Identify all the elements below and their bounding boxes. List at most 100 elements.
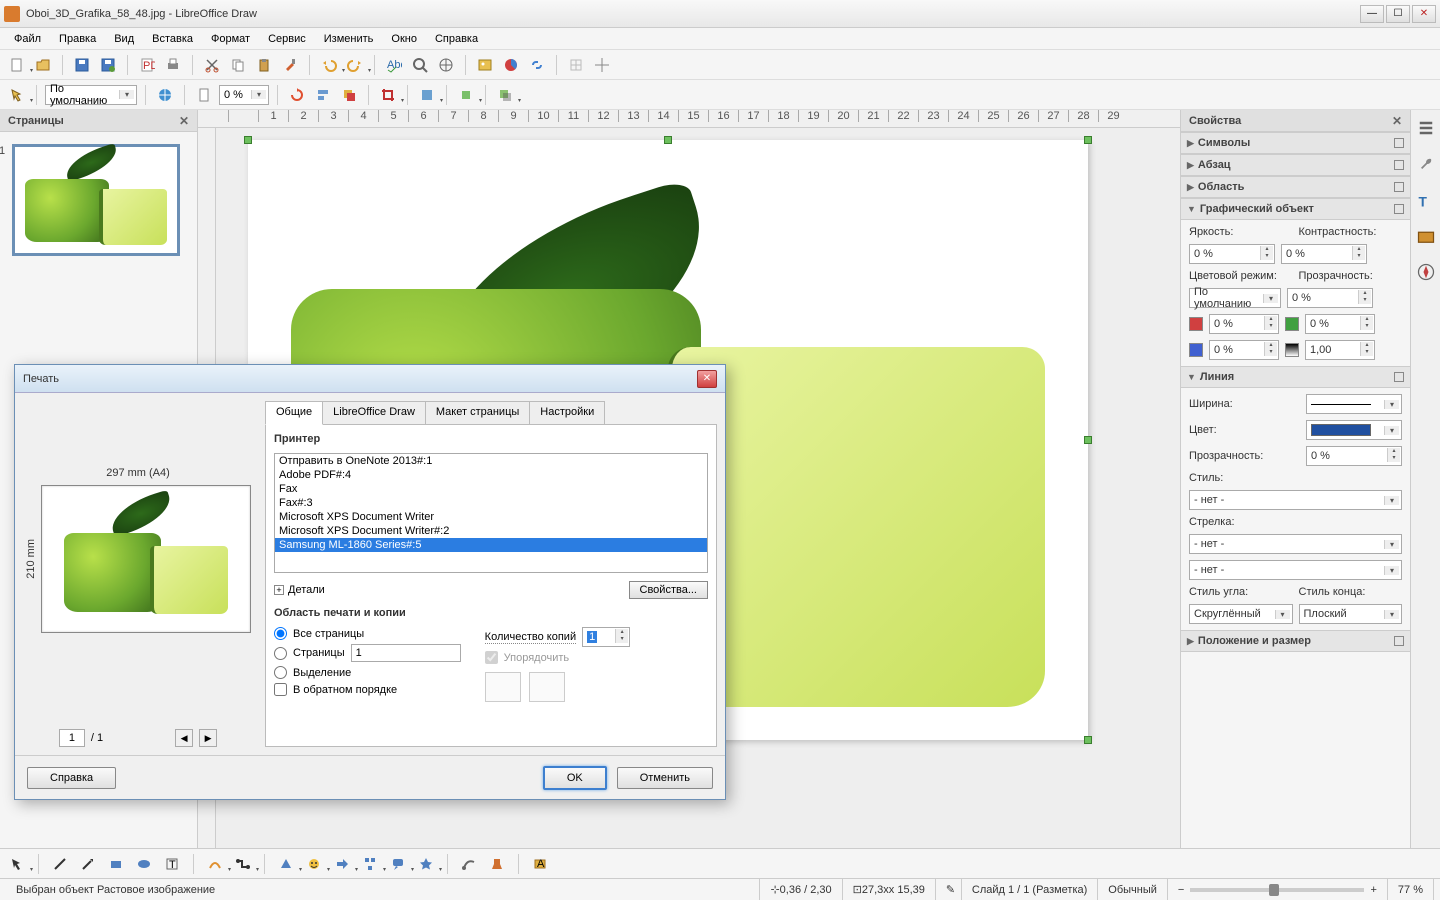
- paste-icon[interactable]: [253, 54, 275, 76]
- redo-icon[interactable]: [344, 54, 366, 76]
- grid-icon[interactable]: [565, 54, 587, 76]
- printer-properties-button[interactable]: Свойства...: [629, 581, 708, 599]
- navigator-icon[interactable]: [435, 54, 457, 76]
- minimize-button[interactable]: —: [1360, 5, 1384, 23]
- menu-file[interactable]: Файл: [6, 31, 49, 47]
- selection-handle[interactable]: [1084, 136, 1092, 144]
- tab-settings[interactable]: Настройки: [529, 401, 605, 425]
- spellcheck-icon[interactable]: Abc: [383, 54, 405, 76]
- printer-list-item[interactable]: Отправить в OneNote 2013#:1: [275, 454, 707, 468]
- red-input[interactable]: 0 %: [1209, 314, 1279, 334]
- line-transparency-input[interactable]: 0 %: [1306, 446, 1402, 466]
- ellipse-tool-icon[interactable]: [133, 853, 155, 875]
- format-paintbrush-icon[interactable]: [279, 54, 301, 76]
- line-arrow1-combo[interactable]: - нет -: [1189, 534, 1402, 554]
- printer-list-item[interactable]: Fax: [275, 482, 707, 496]
- curve-tool-icon[interactable]: [204, 853, 226, 875]
- line-style-combo[interactable]: - нет -: [1189, 490, 1402, 510]
- tab-draw[interactable]: LibreOffice Draw: [322, 401, 426, 425]
- print-icon[interactable]: [162, 54, 184, 76]
- arrange-icon[interactable]: [338, 84, 360, 106]
- radio-selection[interactable]: [274, 666, 287, 679]
- cap-style-combo[interactable]: Плоский: [1299, 604, 1403, 624]
- section-pos-size[interactable]: ▶Положение и размер: [1181, 630, 1410, 652]
- section-area[interactable]: ▶Область: [1181, 176, 1410, 198]
- preview-prev-button[interactable]: ◀: [175, 729, 193, 747]
- menu-tools[interactable]: Сервис: [260, 31, 314, 47]
- basic-shapes-icon[interactable]: [275, 853, 297, 875]
- details-expand-icon[interactable]: +: [274, 585, 284, 595]
- insert-image-icon[interactable]: [474, 54, 496, 76]
- color-mode-combo[interactable]: По умолчанию: [1189, 288, 1281, 308]
- glue-points-icon[interactable]: [486, 853, 508, 875]
- fontwork-icon[interactable]: A: [529, 853, 551, 875]
- pages-range-input[interactable]: [351, 644, 461, 662]
- blue-input[interactable]: 0 %: [1209, 340, 1279, 360]
- transparency-input[interactable]: 0 %: [1287, 288, 1373, 308]
- text-style-icon[interactable]: T: [1416, 190, 1436, 210]
- connector-tool-icon[interactable]: [232, 853, 254, 875]
- details-label[interactable]: Детали: [288, 584, 325, 596]
- section-symbols[interactable]: ▶Символы: [1181, 132, 1410, 154]
- filter-icon[interactable]: [416, 84, 438, 106]
- new-doc-icon[interactable]: [6, 54, 28, 76]
- menu-insert[interactable]: Вставка: [144, 31, 201, 47]
- corner-style-combo[interactable]: Скруглённый: [1189, 604, 1293, 624]
- guides-icon[interactable]: [591, 54, 613, 76]
- zoom-slider[interactable]: −+: [1168, 879, 1388, 900]
- green-input[interactable]: 0 %: [1305, 314, 1375, 334]
- symbol-shapes-icon[interactable]: [303, 853, 325, 875]
- status-save-icon[interactable]: ✎: [936, 879, 962, 900]
- menu-window[interactable]: Окно: [383, 31, 425, 47]
- menu-modify[interactable]: Изменить: [316, 31, 382, 47]
- save-as-icon[interactable]: [97, 54, 119, 76]
- menu-help[interactable]: Справка: [427, 31, 486, 47]
- compass-icon[interactable]: [1416, 262, 1436, 282]
- gamma-input[interactable]: 1,00: [1305, 340, 1375, 360]
- selection-handle[interactable]: [1084, 436, 1092, 444]
- radio-pages[interactable]: [274, 647, 287, 660]
- shadow-icon[interactable]: [494, 84, 516, 106]
- menu-edit[interactable]: Правка: [51, 31, 104, 47]
- effects-icon[interactable]: [455, 84, 477, 106]
- select-tool-icon[interactable]: [6, 853, 28, 875]
- style-combo[interactable]: По умолчанию: [45, 85, 137, 105]
- close-button[interactable]: ✕: [1412, 5, 1436, 23]
- line-color-combo[interactable]: [1306, 420, 1402, 440]
- arrow-tool-icon[interactable]: [6, 84, 28, 106]
- export-pdf-icon[interactable]: PDF: [136, 54, 158, 76]
- copy-icon[interactable]: [227, 54, 249, 76]
- printer-list[interactable]: Отправить в OneNote 2013#:1Adobe PDF#:4F…: [274, 453, 708, 573]
- brightness-input[interactable]: 0 %: [1189, 244, 1275, 264]
- copies-input[interactable]: 1: [582, 627, 630, 647]
- printer-list-item[interactable]: Fax#:3: [275, 496, 707, 510]
- tab-general[interactable]: Общие: [265, 401, 323, 425]
- selection-handle[interactable]: [244, 136, 252, 144]
- printer-list-item[interactable]: Microsoft XPS Document Writer: [275, 510, 707, 524]
- cancel-button[interactable]: Отменить: [617, 767, 713, 789]
- printer-list-item[interactable]: Microsoft XPS Document Writer#:2: [275, 524, 707, 538]
- preview-next-button[interactable]: ▶: [199, 729, 217, 747]
- pages-panel-close-icon[interactable]: ✕: [179, 114, 189, 128]
- wrench-icon[interactable]: [1416, 154, 1436, 174]
- properties-panel-close-icon[interactable]: ✕: [1392, 114, 1402, 128]
- line-tool-icon[interactable]: [49, 853, 71, 875]
- line-width-combo[interactable]: [1306, 394, 1402, 414]
- arrow-line-icon[interactable]: [77, 853, 99, 875]
- section-line[interactable]: ▼Линия: [1181, 366, 1410, 388]
- curve-edit-icon[interactable]: [458, 853, 480, 875]
- radio-all-pages[interactable]: [274, 627, 287, 640]
- ok-button[interactable]: OK: [543, 766, 607, 790]
- rectangle-tool-icon[interactable]: [105, 853, 127, 875]
- gallery-icon[interactable]: [1416, 226, 1436, 246]
- block-arrows-icon[interactable]: [331, 853, 353, 875]
- save-icon[interactable]: [71, 54, 93, 76]
- contrast-input[interactable]: 0 %: [1281, 244, 1367, 264]
- text-tool-icon[interactable]: T: [161, 853, 183, 875]
- slide-thumbnail[interactable]: 1: [12, 144, 180, 256]
- menu-format[interactable]: Формат: [203, 31, 258, 47]
- crop-icon[interactable]: [377, 84, 399, 106]
- undo-icon[interactable]: [318, 54, 340, 76]
- chart-icon[interactable]: [500, 54, 522, 76]
- open-icon[interactable]: [32, 54, 54, 76]
